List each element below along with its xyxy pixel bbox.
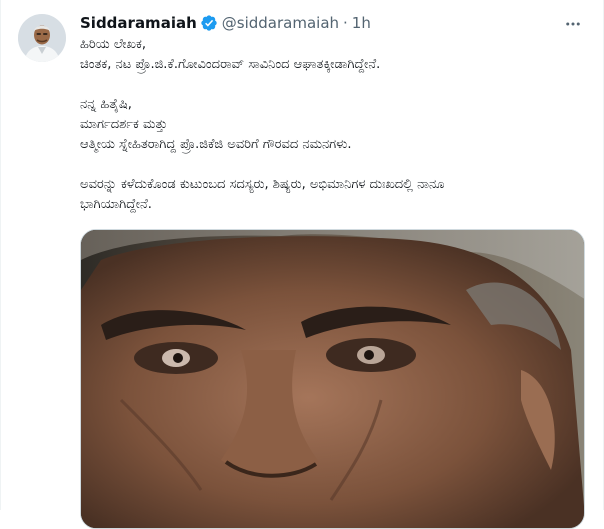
author-name[interactable]: Siddaramaiah [80,13,197,33]
verified-badge-icon [200,14,218,32]
tweet-line: ಅವರನ್ನು ಕಳೆದುಕೊಂಡ ಕುಟುಂಬದ ಸದಸ್ಯರು, ಶಿಷ್ಯ… [80,177,445,192]
tweet-header: Siddaramaiah @siddaramaiah · 1h [80,13,371,33]
tweet-line: ಮಾರ್ಗದರ್ಶಕ ಮತ್ತು [80,117,168,132]
more-options-icon[interactable] [561,12,585,36]
tweet-line: ಭಾಗಿಯಾಗಿದ್ದೇನೆ. [80,197,152,212]
tweet-line: ಚಿಂತಕ, ನಟ ಪ್ರೊ.ಜಿ.ಕೆ.ಗೋವಿಂದರಾವ್ ಸಾವಿನಿಂದ… [80,57,381,72]
tweet-line: ಹಿರಿಯ ಲೇಖಕ, [80,37,146,52]
author-avatar[interactable] [18,14,66,62]
author-handle[interactable]: @siddaramaiah [222,13,339,33]
tweet-line: ಆತ್ಮೀಯ ಸ್ನೇಹಿತರಾಗಿದ್ದ ಪ್ರೊ.ಜಿಕೆಜಿ ಅವರಿಗೆ… [80,137,352,152]
portrait-photo [81,230,584,528]
tweet-card[interactable]: Siddaramaiah @siddaramaiah · 1h ಹಿರಿಯ ಲೇ… [0,0,604,529]
separator-dot: · [343,14,348,32]
avatar-image [18,14,66,62]
tweet-timestamp[interactable]: 1h [352,13,371,33]
tweet-text: ಹಿರಿಯ ಲೇಖಕ, ಚಿಂತಕ, ನಟ ಪ್ರೊ.ಜಿ.ಕೆ.ಗೋವಿಂದರ… [80,35,580,215]
tweet-photo[interactable] [80,229,585,529]
tweet-line: ನನ್ನ ಹಿತೈಷಿ, [80,97,132,112]
